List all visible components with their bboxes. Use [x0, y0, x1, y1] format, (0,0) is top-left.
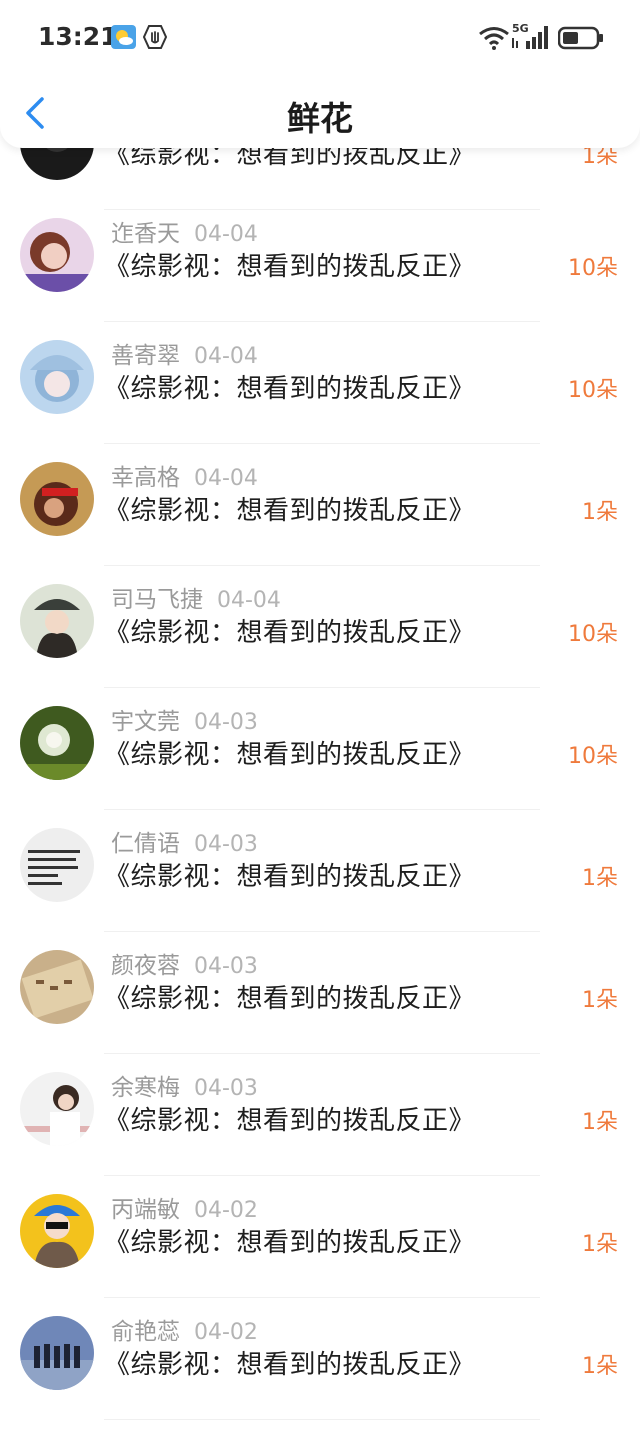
sender-name: 宇文莞	[111, 709, 180, 735]
flower-count: 1朵	[582, 1354, 618, 1379]
sender-name: 仁倩语	[111, 831, 180, 857]
flower-count: 10朵	[568, 256, 618, 281]
sender-name: 俞艳蕊	[111, 1319, 180, 1345]
flower-count: 1朵	[582, 1110, 618, 1135]
flower-count: 10朵	[568, 378, 618, 403]
book-title: 《综影视：想看到的拨乱反正》	[104, 1106, 476, 1136]
status-time: 13:21	[38, 22, 118, 51]
avatar[interactable]	[20, 706, 94, 780]
send-date: 04-03	[194, 1076, 258, 1101]
book-title: 《综影视：想看到的拨乱反正》	[104, 374, 476, 404]
avatar[interactable]	[20, 828, 94, 902]
book-title: 《综影视：想看到的拨乱反正》	[104, 252, 476, 282]
avatar[interactable]	[20, 218, 94, 292]
book-title: 《综影视：想看到的拨乱反正》	[104, 1228, 476, 1258]
flower-count: 1朵	[582, 866, 618, 891]
sender-line: 幸高格 04-04	[111, 458, 258, 492]
sender-name: 颜夜蓉	[111, 953, 180, 979]
avatar[interactable]	[20, 462, 94, 536]
avatar[interactable]	[20, 1194, 94, 1268]
hand-icon	[143, 25, 167, 49]
sender-line: 仁倩语 04-03	[111, 824, 258, 858]
sender-line: 善寄翠 04-04	[111, 336, 258, 370]
book-title: 《综影视：想看到的拨乱反正》	[104, 1350, 476, 1380]
sender-line: 迮香天 04-04	[111, 214, 258, 248]
avatar[interactable]	[20, 1072, 94, 1146]
top-header: 13:21 5G 鲜花	[0, 0, 640, 148]
flower-count: 10朵	[568, 744, 618, 769]
list-item[interactable]: 余寒梅 04-03 《综影视：想看到的拨乱反正》 1朵	[0, 1054, 640, 1176]
flower-count: 10朵	[568, 622, 618, 647]
list-item[interactable]: 颜夜蓉 04-03 《综影视：想看到的拨乱反正》 1朵	[0, 932, 640, 1054]
send-date: 04-04	[194, 466, 258, 491]
avatar[interactable]	[20, 950, 94, 1024]
send-date: 04-04	[194, 344, 258, 369]
book-title: 《综影视：想看到的拨乱反正》	[104, 618, 476, 648]
book-title: 《综影视：想看到的拨乱反正》	[104, 496, 476, 526]
sender-name: 余寒梅	[111, 1075, 180, 1101]
page-title: 鲜花	[287, 99, 353, 138]
avatar[interactable]	[20, 584, 94, 658]
sender-line: 余寒梅 04-03	[111, 1068, 258, 1102]
send-date: 04-03	[194, 954, 258, 979]
flower-count: 1朵	[582, 988, 618, 1013]
flower-count: 1朵	[582, 500, 618, 525]
weather-icon	[111, 25, 136, 49]
list-item[interactable]: 幸高格 04-04 《综影视：想看到的拨乱反正》 1朵	[0, 444, 640, 566]
sender-line: 颜夜蓉 04-03	[111, 946, 258, 980]
avatar[interactable]	[20, 1316, 94, 1390]
send-date: 04-03	[194, 832, 258, 857]
book-title: 《综影视：想看到的拨乱反正》	[104, 862, 476, 892]
send-date: 04-04	[194, 222, 258, 247]
list-item[interactable]: 善寄翠 04-04 《综影视：想看到的拨乱反正》 10朵	[0, 322, 640, 444]
list-item[interactable]: 俞艳蕊 04-02 《综影视：想看到的拨乱反正》 1朵	[0, 1298, 640, 1420]
list-item[interactable]: 司马飞捷 04-04 《综影视：想看到的拨乱反正》 10朵	[0, 566, 640, 688]
send-date: 04-03	[194, 710, 258, 735]
sender-line: 宇文莞 04-03	[111, 702, 258, 736]
sender-line: 俞艳蕊 04-02	[111, 1312, 258, 1346]
sender-name: 迮香天	[111, 221, 180, 247]
send-date: 04-02	[194, 1320, 258, 1345]
book-title: 《综影视：想看到的拨乱反正》	[104, 984, 476, 1014]
list-item[interactable]: 仁倩语 04-03 《综影视：想看到的拨乱反正》 1朵	[0, 810, 640, 932]
sender-line: 丙端敏 04-02	[111, 1190, 258, 1224]
list-item[interactable]: 宇文莞 04-03 《综影视：想看到的拨乱反正》 10朵	[0, 688, 640, 810]
sender-name: 善寄翠	[111, 343, 180, 369]
send-date: 04-04	[217, 588, 281, 613]
signal-icon: 5G	[512, 22, 552, 50]
list-item[interactable]: 丙端敏 04-02 《综影视：想看到的拨乱反正》 1朵	[0, 1176, 640, 1298]
sender-line: 司马飞捷 04-04	[111, 580, 281, 614]
flower-count: 1朵	[582, 1232, 618, 1257]
book-title: 《综影视：想看到的拨乱反正》	[104, 740, 476, 770]
battery-icon	[558, 26, 603, 50]
sender-name: 幸高格	[111, 465, 180, 491]
sender-name: 丙端敏	[111, 1197, 180, 1223]
avatar[interactable]	[20, 340, 94, 414]
divider	[104, 1419, 540, 1420]
list-item[interactable]: 迮香天 04-04 《综影视：想看到的拨乱反正》 10朵	[0, 200, 640, 322]
send-date: 04-02	[194, 1198, 258, 1223]
wifi-icon	[479, 27, 509, 50]
sender-name: 司马飞捷	[111, 587, 203, 613]
